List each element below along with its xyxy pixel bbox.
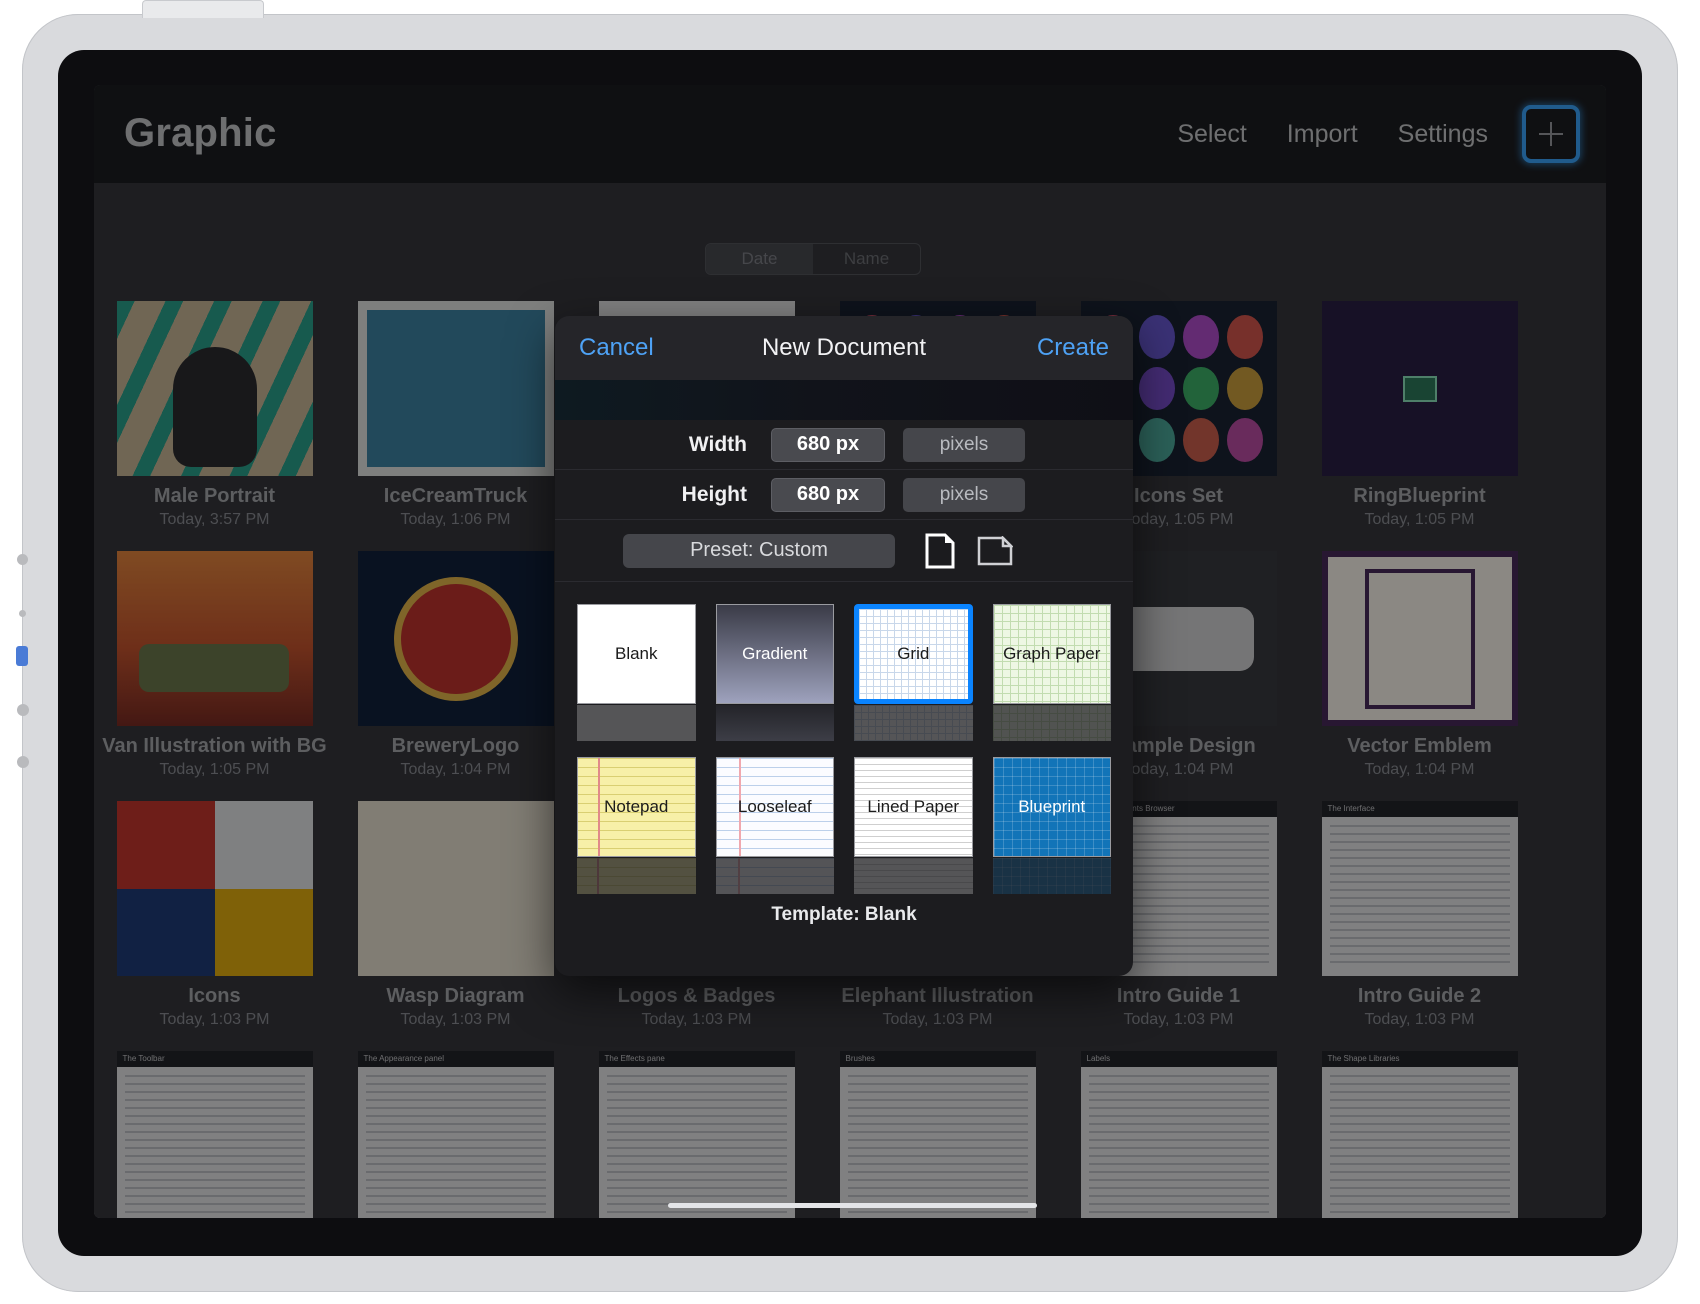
- template-option[interactable]: Blank: [577, 604, 696, 741]
- template-label: Grid: [897, 644, 930, 663]
- height-unit-select[interactable]: pixels: [903, 477, 1025, 512]
- cancel-button[interactable]: Cancel: [579, 334, 654, 362]
- width-label: Width: [688, 432, 747, 456]
- preset-button[interactable]: Preset: Custom: [623, 533, 895, 568]
- template-thumbnail[interactable]: Looseleaf: [715, 757, 834, 857]
- portrait-page-icon[interactable]: [925, 533, 955, 569]
- landscape-page-icon[interactable]: [977, 535, 1013, 566]
- template-reflection: [854, 705, 973, 741]
- device-button-dot: [17, 704, 29, 716]
- template-reflection: [577, 858, 696, 894]
- template-label: Blueprint: [1018, 797, 1086, 816]
- template-thumbnail[interactable]: Lined Paper: [854, 757, 973, 857]
- template-label: Graph Paper: [1003, 644, 1101, 663]
- create-button[interactable]: Create: [1037, 334, 1109, 362]
- ipad-device-frame: Graphic Select Import Settings Date Name…: [16, 0, 1678, 1292]
- width-row: Width 680 px pixels: [555, 420, 1133, 470]
- template-label: Lined Paper: [867, 797, 960, 816]
- ipad-screen: Graphic Select Import Settings Date Name…: [94, 85, 1606, 1218]
- template-reflection: [715, 858, 834, 894]
- template-option[interactable]: Looseleaf: [715, 757, 834, 894]
- width-input[interactable]: 680 px: [771, 427, 885, 462]
- template-reflection: [854, 858, 973, 894]
- template-label: Gradient: [742, 644, 808, 663]
- template-footer-label: Template: Blank: [771, 904, 917, 925]
- template-label: Blank: [614, 644, 658, 663]
- template-reflection: [992, 858, 1111, 894]
- device-bezel: Graphic Select Import Settings Date Name…: [58, 50, 1642, 1256]
- template-option[interactable]: Notepad: [577, 757, 696, 894]
- template-option[interactable]: Graph Paper: [992, 604, 1111, 741]
- template-thumbnail[interactable]: Grid: [854, 604, 973, 704]
- new-document-dialog: Cancel New Document Create Width 680 px …: [555, 316, 1133, 976]
- template-thumbnail[interactable]: Graph Paper: [992, 604, 1111, 704]
- template-option[interactable]: Grid: [854, 604, 973, 741]
- horizontal-scrollbar[interactable]: [668, 1203, 1037, 1208]
- template-reflection: [715, 705, 834, 741]
- template-thumbnail[interactable]: Notepad: [577, 757, 696, 857]
- height-row: Height 680 px pixels: [555, 470, 1133, 520]
- template-label: Notepad: [604, 797, 669, 816]
- template-reflection: [992, 705, 1111, 741]
- device-sensor-dot: [19, 610, 26, 617]
- template-option[interactable]: Lined Paper: [854, 757, 973, 894]
- width-unit-select[interactable]: pixels: [903, 427, 1025, 462]
- dialog-header: Cancel New Document Create: [555, 316, 1133, 380]
- template-label: Looseleaf: [737, 797, 812, 816]
- device-camera-dot: [17, 554, 28, 565]
- device-indicator: [16, 646, 28, 666]
- template-thumbnail[interactable]: Blueprint: [992, 757, 1111, 857]
- template-option[interactable]: Blueprint: [992, 757, 1111, 894]
- height-input[interactable]: 680 px: [771, 477, 885, 512]
- template-grid: Blank Gradient Grid Graph Paper Notepad Loose…: [577, 604, 1111, 894]
- template-thumbnail[interactable]: Gradient: [715, 604, 834, 704]
- template-chooser: Blank Gradient Grid Graph Paper Notepad Loose…: [555, 582, 1133, 926]
- template-thumbnail[interactable]: Blank: [577, 604, 696, 704]
- screenshot-root: Graphic Select Import Settings Date Name…: [0, 0, 1700, 1304]
- dialog-title: New Document: [761, 334, 927, 361]
- template-reflection: [577, 705, 696, 741]
- device-top-connector: [142, 0, 264, 18]
- dialog-preview-strip: [555, 380, 1133, 420]
- preset-row: Preset: Custom: [555, 520, 1133, 582]
- device-button-dot-2: [17, 756, 29, 768]
- template-option[interactable]: Gradient: [715, 604, 834, 741]
- height-label: Height: [681, 482, 747, 506]
